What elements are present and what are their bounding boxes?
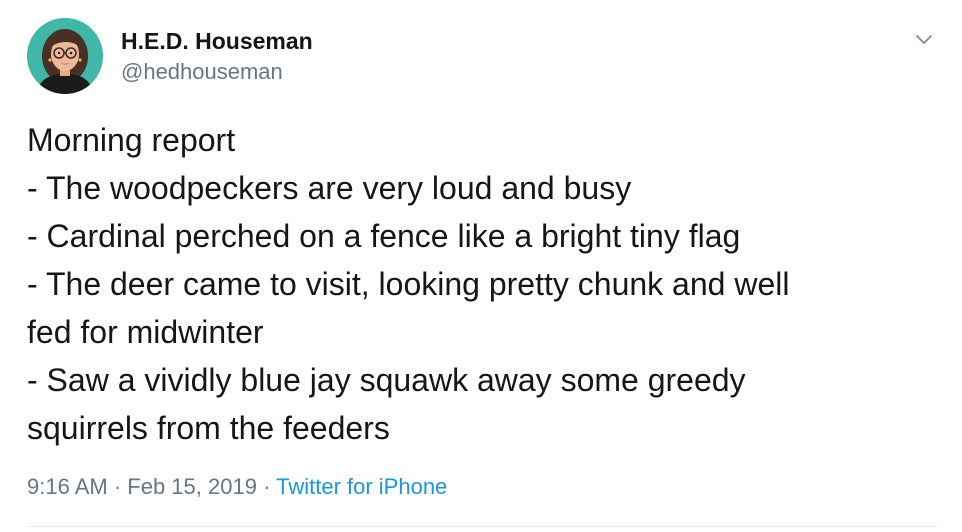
- tweet-line: - The deer came to visit, looking pretty…: [27, 266, 790, 302]
- tweet-time[interactable]: 9:16 AM: [27, 474, 108, 499]
- tweet-card: H.E.D. Houseman @hedhouseman Morning rep…: [0, 0, 962, 532]
- tweet-line: fed for midwinter: [27, 314, 264, 350]
- tweet-date[interactable]: Feb 15, 2019: [127, 474, 257, 499]
- tweet-line: - Cardinal perched on a fence like a bri…: [27, 218, 741, 254]
- tweet-line: - Saw a vividly blue jay squawk away som…: [27, 362, 746, 398]
- profile-illustration-avatar: [27, 18, 103, 94]
- chevron-down-icon[interactable]: [912, 28, 936, 50]
- tweet-line: squirrels from the feeders: [27, 410, 390, 446]
- tweet-line: Morning report: [27, 122, 236, 158]
- divider: [27, 526, 937, 527]
- avatar[interactable]: [27, 18, 103, 94]
- meta-separator: ·: [107, 474, 128, 499]
- author-handle[interactable]: @hedhouseman: [121, 59, 283, 85]
- tweet-line: - The woodpeckers are very loud and busy: [27, 170, 632, 206]
- author-display-name[interactable]: H.E.D. Houseman: [121, 28, 313, 55]
- meta-separator: ·: [256, 474, 277, 499]
- tweet-metadata: 9:16 AM · Feb 15, 2019 · Twitter for iPh…: [27, 474, 447, 500]
- tweet-source-link[interactable]: Twitter for iPhone: [276, 474, 447, 499]
- tweet-text: Morning report - The woodpeckers are ver…: [27, 116, 947, 452]
